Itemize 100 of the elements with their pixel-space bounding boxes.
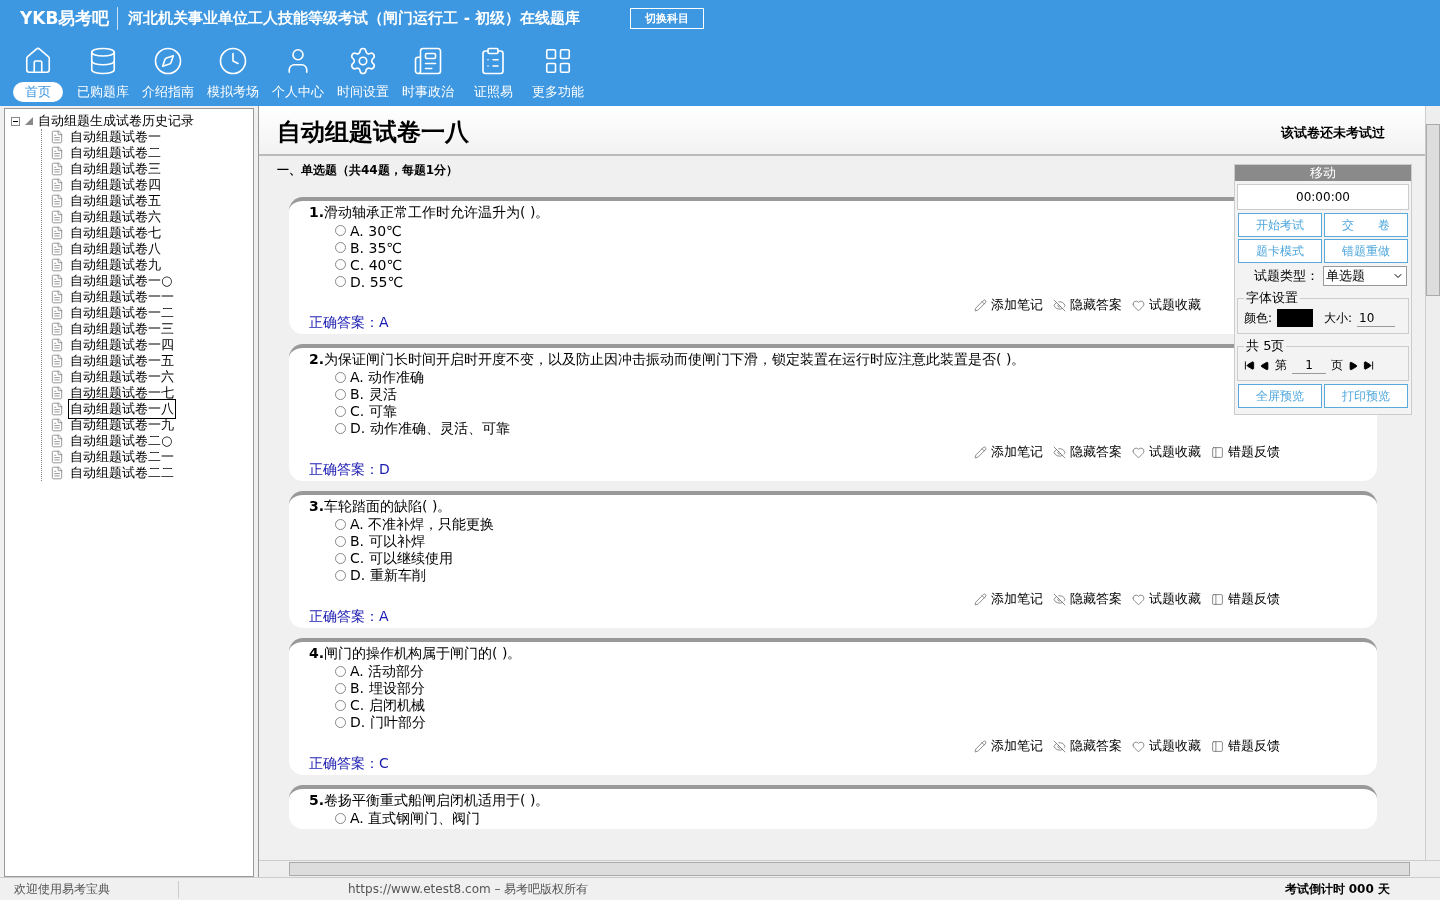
first-page-icon[interactable] [1244,360,1255,371]
document-icon [50,306,64,320]
option-text: A. 直式钢闸门、阀门 [350,809,481,828]
previous-page-icon[interactable] [1260,360,1270,371]
question-text: 1.滑动轴承正常工作时允许温升为( )。 [309,204,550,222]
question-tool-button[interactable]: 试题收藏 [1132,590,1201,608]
radio-button[interactable] [335,536,346,547]
option-text: D. 55℃ [350,273,404,290]
collapse-icon[interactable] [11,116,20,126]
question-tool-button[interactable]: 错题反馈 [1211,737,1280,755]
question-text: 3.车轮踏面的缺陷( )。 [309,498,452,516]
question-tool-button[interactable]: 添加笔记 [974,737,1043,755]
radio-button[interactable] [335,553,346,564]
page-prefix: 第 [1275,357,1287,374]
question-tool-button[interactable]: 错题反馈 [1211,590,1280,608]
radio-button[interactable] [335,717,346,728]
question-text: 5.卷扬平衡重式船闸启闭机适用于( )。 [309,792,550,810]
document-icon [50,274,64,288]
radio-button[interactable] [335,406,346,417]
question-text: 2.为保证闸门长时间开启时开度不变，以及防止因冲击振动而使闸门下滑，锁定装置在运行时应注意此装置是否( )。 [309,351,1026,369]
question-tool-button[interactable]: 添加笔记 [974,443,1043,461]
tree-item[interactable]: 自动组题试卷一八 [68,399,176,419]
document-icon [50,194,64,208]
pencil-icon [974,445,987,459]
heart-icon [1132,739,1145,753]
document-icon [50,338,64,352]
page-count-legend: 共 5页 [1244,337,1287,355]
question-tool-button[interactable]: 错题反馈 [1211,443,1280,461]
option-text: A. 不准补焊，只能更换 [350,515,495,534]
correct-answer: 正确答案：A [309,314,389,332]
question-tool-button[interactable]: 试题收藏 [1132,296,1201,314]
document-icon [50,146,64,160]
horizontal-scrollbar[interactable] [259,860,1440,877]
size-input[interactable]: 10 [1357,309,1396,327]
radio-button[interactable] [335,242,346,253]
vertical-scrollbar[interactable] [1425,106,1440,860]
radio-button[interactable] [335,700,346,711]
document-icon [50,226,64,240]
radio-button[interactable] [335,276,346,287]
document-icon [50,290,64,304]
panel-icon [1211,445,1224,459]
radio-button[interactable] [335,372,346,383]
status-countdown: 考试倒计时 000 天 [1284,880,1391,898]
document-icon [50,322,64,336]
compass-icon[interactable] [153,46,183,76]
pencil-icon [974,592,987,606]
last-page-icon[interactable] [1363,360,1374,371]
document-icon [50,466,64,480]
document-icon [50,450,64,464]
eye-off-icon [1053,592,1066,606]
question-tool-button[interactable]: 添加笔记 [974,296,1043,314]
option-text: C. 40℃ [350,256,403,273]
timer: 00:00:00 [1237,184,1409,210]
question-tool-button[interactable]: 隐藏答案 [1053,737,1122,755]
radio-button[interactable] [335,666,346,677]
option-text: A. 活动部分 [350,662,425,681]
radio-button[interactable] [335,423,346,434]
page-suffix: 页 [1331,357,1343,374]
newspaper-icon[interactable] [413,46,443,76]
grid-icon[interactable] [543,46,573,76]
question-tool-button[interactable]: 添加笔记 [974,590,1043,608]
database-icon[interactable] [88,46,118,76]
document-icon [50,258,64,272]
document-icon [50,130,64,144]
color-swatch[interactable] [1277,309,1314,327]
app-title: 河北机关事业单位工人技能等级考试（闸门运行工 - 初级）在线题库 [128,8,581,28]
question-tool-button[interactable]: 试题收藏 [1132,737,1201,755]
clock-icon[interactable] [218,46,248,76]
tree-root-label[interactable]: 自动组题生成试卷历史记录 [38,112,194,130]
next-page-icon[interactable] [1348,360,1358,371]
settings-icon[interactable] [348,46,378,76]
heart-icon [1132,298,1145,312]
option-text: A. 动作准确 [350,368,425,387]
size-label: 大小: [1324,309,1353,327]
radio-button[interactable] [335,813,346,824]
radio-button[interactable] [335,389,346,400]
option-text: D. 重新车削 [350,566,426,585]
radio-button[interactable] [335,570,346,581]
radio-button[interactable] [335,225,346,236]
page-input[interactable]: 1 [1292,357,1326,374]
option-text: D. 动作准确、灵活、可靠 [350,419,510,438]
question-tool-button[interactable]: 隐藏答案 [1053,590,1122,608]
document-icon [50,370,64,384]
heart-icon [1132,445,1145,459]
pencil-icon [974,298,987,312]
question-tool-button[interactable]: 试题收藏 [1132,443,1201,461]
eye-off-icon [1053,739,1066,753]
correct-answer: 正确答案：D [309,461,390,479]
type-select[interactable]: 单选题 [1323,266,1407,286]
home-icon[interactable] [23,46,53,76]
radio-button[interactable] [335,259,346,270]
heart-icon [1132,592,1145,606]
document-icon [50,242,64,256]
correct-answer: 正确答案：C [309,755,389,773]
question-tool-button[interactable]: 隐藏答案 [1053,443,1122,461]
eye-off-icon [1053,298,1066,312]
question-tool-button[interactable]: 隐藏答案 [1053,296,1122,314]
radio-button[interactable] [335,683,346,694]
radio-button[interactable] [335,519,346,530]
option-text: C. 启闭机械 [350,696,425,715]
